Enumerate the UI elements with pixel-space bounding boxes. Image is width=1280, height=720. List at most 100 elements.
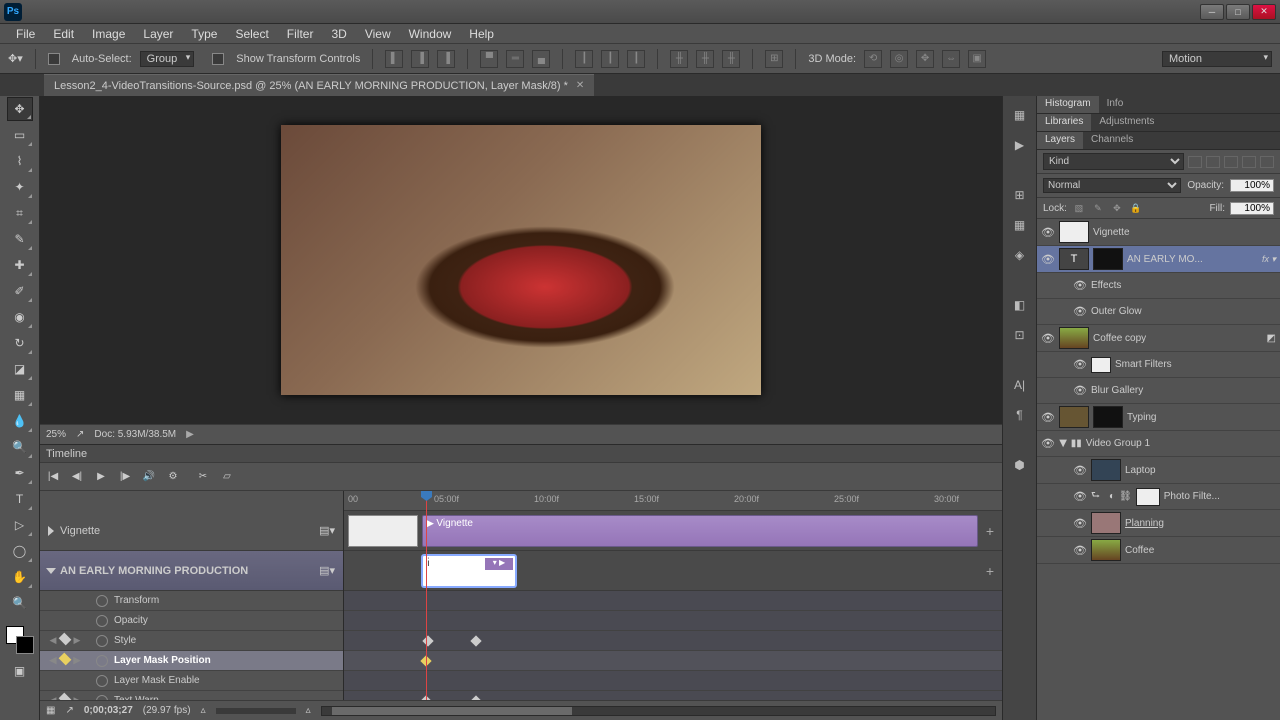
document-tab[interactable]: Lesson2_4-VideoTransitions-Source.psd @ … [44,74,594,96]
visibility-icon[interactable]: 👁 [1073,516,1087,530]
tl-split[interactable]: ✂ [194,468,212,486]
tab-histogram[interactable]: Histogram [1037,96,1099,113]
timeline-ruler[interactable]: 00 05:00f 10:00f 15:00f 20:00f 25:00f 30… [344,491,1002,511]
lock-pixels-icon[interactable]: ✎ [1091,201,1105,215]
visibility-icon[interactable]: 👁 [1073,305,1087,319]
lock-all-icon[interactable]: 🔒 [1129,201,1143,215]
workspace-switcher[interactable]: Motion [1162,51,1272,67]
prop-track-text-warp[interactable] [344,691,1002,700]
prop-text-warp[interactable]: ◀▶Text Warp [40,691,343,700]
layer-smart-filters[interactable]: 👁Smart Filters [1037,352,1280,378]
menu-image[interactable]: Image [84,25,133,43]
zoom-tool[interactable]: 🔍 [7,591,33,615]
stopwatch-icon[interactable] [96,695,108,701]
align-middle-icon[interactable]: ═ [506,50,524,68]
playhead[interactable] [426,491,427,700]
clone-icon[interactable]: ⊡ [1009,324,1031,346]
close-button[interactable]: ✕ [1252,4,1276,20]
marquee-tool[interactable]: ▭ [7,123,33,147]
stopwatch-icon[interactable] [96,595,108,607]
play-icon[interactable]: ▶ [1009,134,1031,156]
visibility-icon[interactable]: 👁 [1041,331,1055,345]
visibility-icon[interactable]: 👁 [1073,358,1087,372]
maximize-button[interactable]: □ [1226,4,1250,20]
brush-tool[interactable]: ✐ [7,279,33,303]
layer-thumb[interactable] [1059,221,1089,243]
kf-next-icon[interactable]: ▶ [72,695,82,700]
layer-blur-gallery[interactable]: 👁Blur Gallery [1037,378,1280,404]
3d-pan-icon[interactable]: ✥ [916,50,934,68]
align-bottom-icon[interactable]: ▄ [532,50,550,68]
tab-channels[interactable]: Channels [1083,132,1141,149]
show-transform-checkbox[interactable] [212,53,224,65]
filter-mask-thumb[interactable] [1091,357,1111,373]
track-vignette[interactable]: ▶ Vignette + [344,511,1002,551]
history-icon[interactable]: ▦ [1009,104,1031,126]
prop-transform[interactable]: Transform [40,591,343,611]
layer-photo-filter[interactable]: 👁⮑◐⛓Photo Filte... [1037,484,1280,510]
tl-next-frame[interactable]: |▶ [116,468,134,486]
tl-transition[interactable]: ▱ [218,468,236,486]
expand-icon[interactable] [46,568,56,574]
align-right-icon[interactable]: ▐ [437,50,455,68]
clip-menu-icon[interactable]: ▾ ▶ [485,558,513,570]
stopwatch-icon[interactable] [96,655,108,667]
menu-edit[interactable]: Edit [45,25,82,43]
track-head-vignette[interactable]: Vignette ▤▾ [40,511,343,551]
visibility-icon[interactable]: 👁 [1041,225,1055,239]
menu-3d[interactable]: 3D [323,25,354,43]
hand-tool[interactable]: ✋ [7,565,33,589]
properties-icon[interactable]: ◧ [1009,294,1031,316]
prop-track-style[interactable] [344,631,1002,651]
wand-tool[interactable]: ✦ [7,175,33,199]
close-tab-icon[interactable]: ✕ [576,80,584,91]
distribute-6-icon[interactable]: ╫ [722,50,740,68]
dodge-tool[interactable]: 🔍 [7,435,33,459]
eyedropper-tool[interactable]: ✎ [7,227,33,251]
layer-effects[interactable]: 👁Effects [1037,273,1280,299]
swatches-icon[interactable]: ▦ [1009,214,1031,236]
tl-play[interactable]: ▶ [92,468,110,486]
kf-add-icon[interactable] [59,633,72,646]
prop-track-mask-pos[interactable] [344,651,1002,671]
menu-layer[interactable]: Layer [135,25,181,43]
layer-coffee[interactable]: 👁Coffee [1037,537,1280,564]
tl-render-icon[interactable]: ↗ [65,705,73,716]
tl-prev-frame[interactable]: ◀| [68,468,86,486]
styles-icon[interactable]: ◈ [1009,244,1031,266]
filter-adjust-icon[interactable] [1206,156,1220,168]
layer-outer-glow[interactable]: 👁Outer Glow [1037,299,1280,325]
tab-info[interactable]: Info [1099,96,1132,113]
timeline-tab[interactable]: Timeline [40,445,1002,463]
opacity-value[interactable]: 100% [1230,179,1274,192]
fx-badge[interactable]: fx ▾ [1262,254,1276,265]
menu-help[interactable]: Help [461,25,502,43]
clip-thumb[interactable] [348,515,418,547]
distribute-2-icon[interactable]: ┃ [601,50,619,68]
prop-opacity[interactable]: Opacity [40,611,343,631]
minimize-button[interactable]: ─ [1200,4,1224,20]
tl-current-time[interactable]: 0;00;03;27 [84,705,133,716]
auto-select-checkbox[interactable] [48,53,60,65]
layer-video-group[interactable]: 👁▶▮▮Video Group 1 [1037,431,1280,457]
kf-add-icon[interactable] [59,693,72,700]
mask-thumb[interactable] [1136,488,1160,506]
prop-style[interactable]: ◀▶Style [40,631,343,651]
crop-tool[interactable]: ⌗ [7,201,33,225]
stopwatch-icon[interactable] [96,675,108,687]
3d-panel-icon[interactable]: ⬢ [1009,454,1031,476]
layer-thumb[interactable] [1059,327,1089,349]
gradient-tool[interactable]: ▦ [7,383,33,407]
layer-thumb[interactable] [1091,512,1121,534]
kf-prev-icon[interactable]: ◀ [48,695,58,700]
kf-prev-icon[interactable]: ◀ [48,635,58,646]
timeline-tracks[interactable]: 00 05:00f 10:00f 15:00f 20:00f 25:00f 30… [344,491,1002,700]
3d-slide-icon[interactable]: ⇔ [942,50,960,68]
clip-early[interactable]: ı̇ ▾ ▶ [422,555,516,587]
visibility-icon[interactable]: 👁 [1041,437,1055,451]
blend-mode-select[interactable]: Normal [1043,178,1181,193]
move-tool-icon[interactable]: ✥▾ [8,52,23,65]
auto-select-dropdown[interactable]: Group [140,51,195,67]
3d-roll-icon[interactable]: ◎ [890,50,908,68]
tl-zoom-slider[interactable] [216,708,296,714]
